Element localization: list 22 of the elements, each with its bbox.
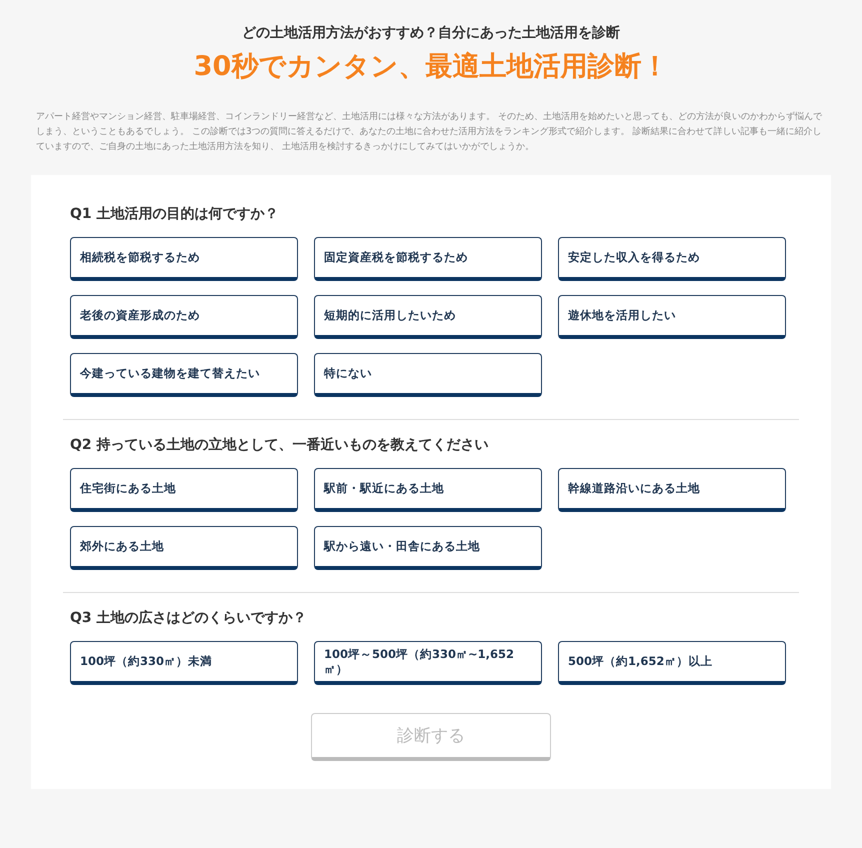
option-button[interactable]: 特にない — [314, 353, 542, 397]
option-button[interactable]: 今建っている建物を建て替えたい — [70, 353, 298, 397]
option-button[interactable]: 短期的に活用したいため — [314, 295, 542, 339]
description: アパート経営やマンション経営、駐車場経営、コインランドリー経営など、土地活用には様々な方法があります。 そのため、土地活用を始めたいと思っても、どの方法が良いのかわからず悩んでしまう、ということもあるでしょう。 この診断では3つの質問に答えるだけで、あなたの土地に合わせた活用方法をランキング形式で紹介します。 診断結果に合わせて詳しい記事も一緒に紹介していますので、ご自身の土地にあった土地活用方法を知り、 土地活用を検討するきっかけにしてみてはいかがでしょうか。 — [36, 110, 823, 154]
option-button[interactable]: 老後の資産形成のため — [70, 295, 298, 339]
option-button[interactable]: 500坪（約1,652㎡）以上 — [558, 641, 786, 685]
option-button[interactable]: 遊休地を活用したい — [558, 295, 786, 339]
option-button[interactable]: 幹線道路沿いにある土地 — [558, 468, 786, 512]
option-button[interactable]: 100坪～500坪（約330㎡~1,652㎡） — [314, 641, 542, 685]
page-title: 30秒でカンタン、最適土地活用診断！ — [194, 50, 668, 84]
question-label: Q2 持っている土地の立地として、一番近いものを教えてください — [70, 436, 490, 454]
option-button[interactable]: 住宅街にある土地 — [70, 468, 298, 512]
option-button[interactable]: 固定資産税を節税するため — [314, 237, 542, 281]
question-label: Q1 土地活用の目的は何ですか？ — [70, 205, 280, 223]
option-button[interactable]: 安定した収入を得るため — [558, 237, 786, 281]
question-label: Q3 土地の広さはどのくらいですか？ — [70, 609, 308, 627]
option-button[interactable]: 郊外にある土地 — [70, 526, 298, 570]
option-button[interactable]: 駅から遠い・田舎にある土地 — [314, 526, 542, 570]
option-button[interactable]: 100坪（約330㎡）未満 — [70, 641, 298, 685]
option-button[interactable]: 駅前・駅近にある土地 — [314, 468, 542, 512]
option-button[interactable]: 相続税を節税するため — [70, 237, 298, 281]
subtitle: どの土地活用方法がおすすめ？自分にあった土地活用を診断 — [242, 24, 620, 42]
